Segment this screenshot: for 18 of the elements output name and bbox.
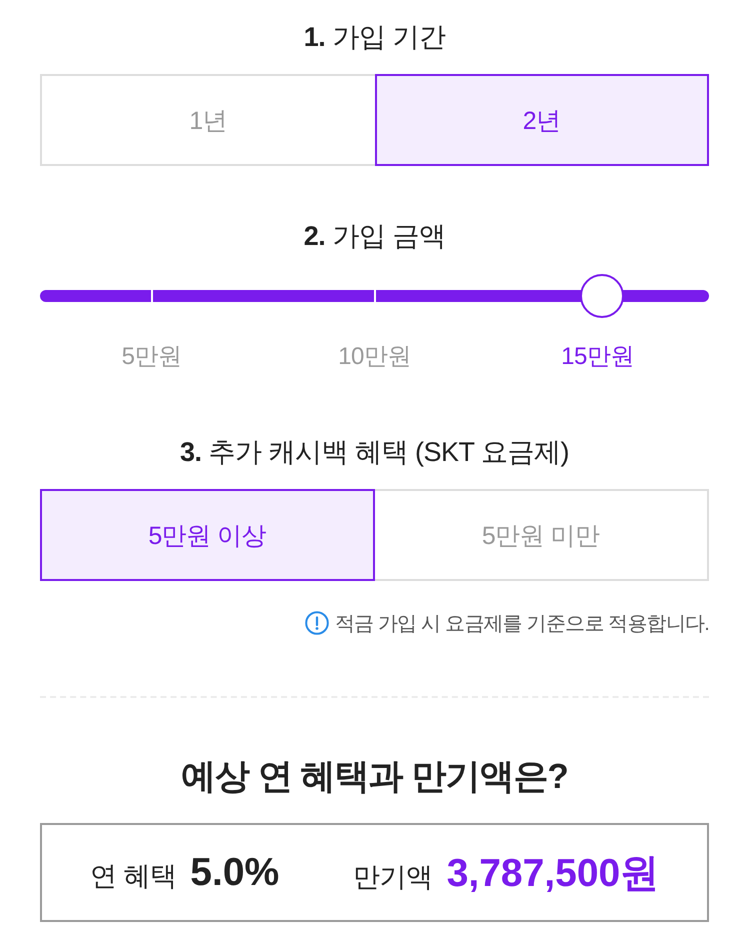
option-tab[interactable]: 5만원 이상 (40, 489, 374, 581)
option-tab[interactable]: 2년 (374, 74, 709, 166)
amount-label[interactable]: 5만원 (122, 340, 182, 374)
amount-label[interactable]: 10만원 (338, 340, 411, 374)
option-tab[interactable]: 1년 (40, 74, 374, 166)
info-icon (304, 611, 329, 635)
section-title: 1. 가입 기간 (302, 21, 446, 54)
result-label: 만기액 (353, 860, 433, 894)
result-label: 연 혜택 (90, 860, 176, 892)
option-tab[interactable]: 5만원 미만 (374, 489, 709, 581)
notice-text: 적금 가입 시 요금제를 기준으로 적용합니다. (334, 612, 709, 636)
section-title: 3. 추가 캐시백 혜택 (SKT 요금제) (178, 436, 570, 469)
result-value: 5.0% (190, 850, 280, 894)
slider-thumb[interactable] (580, 274, 624, 318)
section-title: 2. 가입 금액 (302, 220, 446, 253)
amount-label[interactable]: 15만원 (561, 340, 634, 374)
result-title: 예상 연 혜택과 만기액은? (180, 756, 569, 798)
result-value: 3,787,500원 (446, 850, 660, 896)
